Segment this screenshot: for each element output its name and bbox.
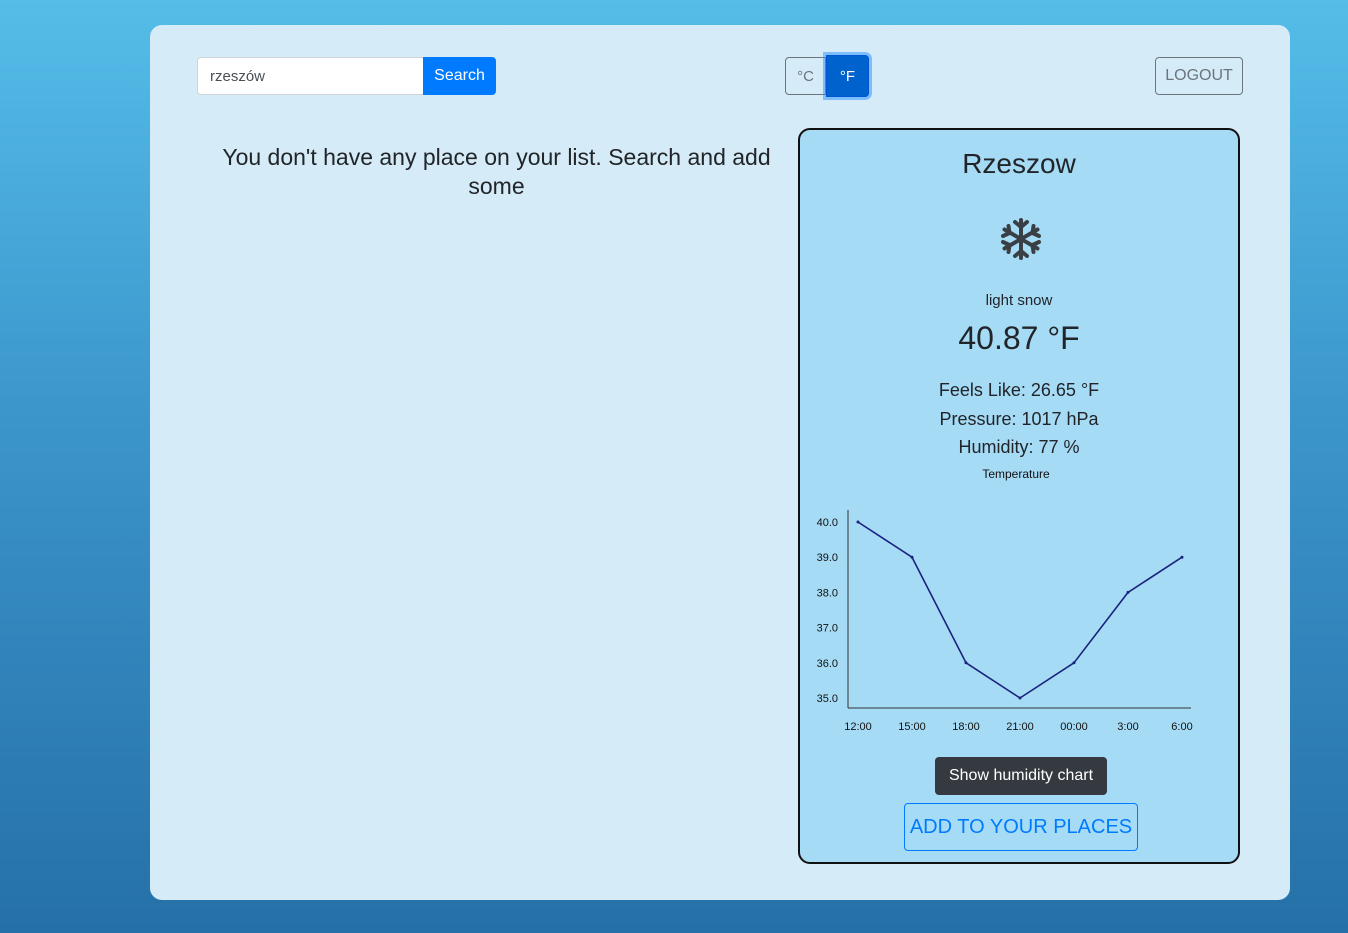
pressure: Pressure: 1017 hPa [939, 409, 1099, 429]
temperature-data-point [1180, 555, 1184, 559]
y-tick-label: 36.0 [817, 658, 838, 670]
x-tick-label: 3:00 [1117, 721, 1138, 733]
y-tick-label: 40.0 [817, 517, 838, 529]
celsius-button[interactable]: °C [785, 57, 826, 95]
snowflake-icon [1001, 218, 1041, 260]
current-temperature: 40.87 °F [958, 320, 1080, 356]
temperature-data-point [964, 661, 968, 665]
temperature-data-point [856, 520, 860, 524]
temperature-data-point [1072, 661, 1076, 665]
chart-title: Temperature [982, 467, 1050, 481]
x-tick-label: 18:00 [952, 721, 980, 733]
main-panel: Search °C °F LOGOUT You don't have any p… [150, 25, 1290, 900]
y-tick-label: 39.0 [817, 552, 838, 564]
empty-places-message: You don't have any place on your list. S… [222, 144, 771, 199]
temperature-chart: 35.0 36.0 37.0 38.0 39.0 40.0 12:00 15:00 18:00 2… [817, 510, 1193, 733]
temperature-data-point [1126, 590, 1130, 594]
show-humidity-chart-button[interactable]: Show humidity chart [935, 757, 1107, 795]
humidity: Humidity: 77 % [958, 437, 1080, 457]
weather-description: light snow [985, 292, 1053, 309]
temperature-series-line [857, 521, 1183, 699]
y-tick-label: 38.0 [817, 587, 838, 599]
fahrenheit-button[interactable]: °F [826, 55, 869, 97]
y-tick-label: 37.0 [817, 623, 838, 635]
search-input[interactable] [197, 57, 423, 95]
x-tick-label: 21:00 [1006, 721, 1034, 733]
feels-like: Feels Like: 26.65 °F [938, 380, 1100, 400]
search-button[interactable]: Search [423, 57, 496, 95]
x-tick-label: 12:00 [844, 721, 872, 733]
y-tick-label: 35.0 [817, 693, 838, 705]
temperature-data-point [1018, 696, 1022, 700]
weather-card: Rzeszow light snow 40.87 °F Feels Like: … [798, 128, 1240, 864]
x-tick-label: 15:00 [898, 721, 926, 733]
x-tick-label: 00:00 [1060, 721, 1088, 733]
temperature-data-point [910, 555, 914, 559]
x-tick-label: 6:00 [1171, 721, 1192, 733]
city-name: Rzeszow [962, 148, 1076, 179]
add-to-places-button[interactable]: ADD TO YOUR PLACES [904, 803, 1138, 851]
logout-button[interactable]: LOGOUT [1155, 57, 1243, 95]
